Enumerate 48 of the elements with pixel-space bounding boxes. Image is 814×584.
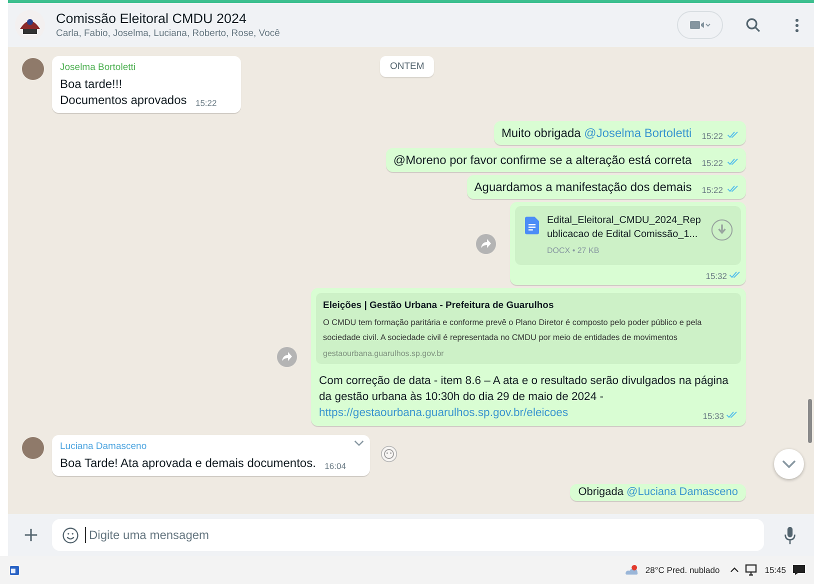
plus-icon[interactable] bbox=[24, 528, 38, 542]
message-time: 15:22 bbox=[702, 158, 723, 168]
message-time: 15:22 bbox=[195, 98, 217, 108]
preview-domain: gestaourbana.guarulhos.sp.gov.br bbox=[323, 349, 445, 358]
message-field[interactable]: Digite uma mensagem bbox=[52, 519, 764, 551]
message-text: Documentos aprovados bbox=[60, 92, 187, 108]
message-time: 15:22 bbox=[702, 131, 723, 141]
scroll-down-button[interactable] bbox=[774, 449, 804, 479]
message-text: Com correção de data - item 8.6 – A ata e o resultado serão divulgados na página da gestão urbana às 10:30h do dia 29 de maio de 2024 - bbox=[319, 374, 730, 405]
document-icon bbox=[525, 216, 539, 235]
microphone-icon[interactable] bbox=[784, 526, 796, 544]
caret-up-icon[interactable] bbox=[730, 567, 739, 573]
message-text: Aguardamos a manifestação dos demais bbox=[474, 179, 692, 195]
network-icon[interactable] bbox=[744, 564, 759, 576]
message-time: 15:33 bbox=[702, 411, 724, 421]
sender-name: Joselma Bortoletti bbox=[60, 62, 136, 73]
avatar bbox=[22, 58, 44, 80]
message-time: 16:04 bbox=[324, 461, 346, 471]
message-time: 15:22 bbox=[702, 185, 723, 195]
menu-icon[interactable] bbox=[794, 16, 800, 34]
message-text: Obrigada @Luciana Damasceno bbox=[578, 486, 738, 499]
message-time: 15:32 bbox=[706, 271, 727, 281]
sender-name: Luciana Damasceno bbox=[60, 441, 147, 452]
group-members: Carla, Fabio, Joselma, Luciana, Roberto, Rose, Você bbox=[56, 28, 281, 39]
group-title: Comissão Eleitoral CMDU 2024 bbox=[56, 11, 248, 26]
video-camera-icon bbox=[689, 19, 711, 31]
chevron-down-icon bbox=[782, 460, 796, 468]
avatar bbox=[22, 437, 44, 459]
date-chip: ONTEM bbox=[380, 56, 434, 77]
message-text: Boa tarde!!! bbox=[60, 76, 124, 92]
document-card[interactable]: Edital_Eleitoral_CMDU_2024_Republicacao de Edital Comissão_1... DOCX • 27 KB bbox=[515, 206, 741, 265]
message-text: Boa Tarde! Ata aprovada e demais documentos. bbox=[60, 455, 316, 471]
emoji-icon[interactable] bbox=[62, 526, 79, 544]
scrollbar-thumb[interactable] bbox=[808, 399, 812, 443]
message-text: Muito obrigada @Joselma Bortoletti bbox=[501, 125, 692, 141]
notification-icon[interactable] bbox=[792, 564, 806, 576]
chevron-icon[interactable] bbox=[354, 440, 364, 447]
preview-text: O CMDU tem formação paritária e conforme prevê o Plano Diretor é composto pelo poder público e pela sociedade civil. A sociedade civil é representada no CMDU por meio de entidades de movimentos bbox=[323, 317, 703, 344]
message-text: @Moreno por favor confirme se a alteração está correta bbox=[393, 152, 692, 168]
search-icon[interactable] bbox=[745, 16, 762, 34]
clock[interactable]: 15:45 bbox=[764, 565, 786, 575]
weather-icon[interactable] bbox=[625, 564, 640, 576]
file-info: DOCX • 27 KB bbox=[547, 246, 600, 255]
emoji-icon[interactable] bbox=[380, 445, 398, 463]
weather-text[interactable]: 28°C Pred. nublado bbox=[645, 565, 720, 575]
video-call-button[interactable] bbox=[677, 11, 723, 39]
preview-title: Eleições | Gestão Urbana - Prefeitura de Guarulhos bbox=[323, 300, 555, 311]
file-name: Edital_Eleitoral_CMDU_2024_Republicacao de Edital Comissão_1... bbox=[547, 214, 702, 242]
